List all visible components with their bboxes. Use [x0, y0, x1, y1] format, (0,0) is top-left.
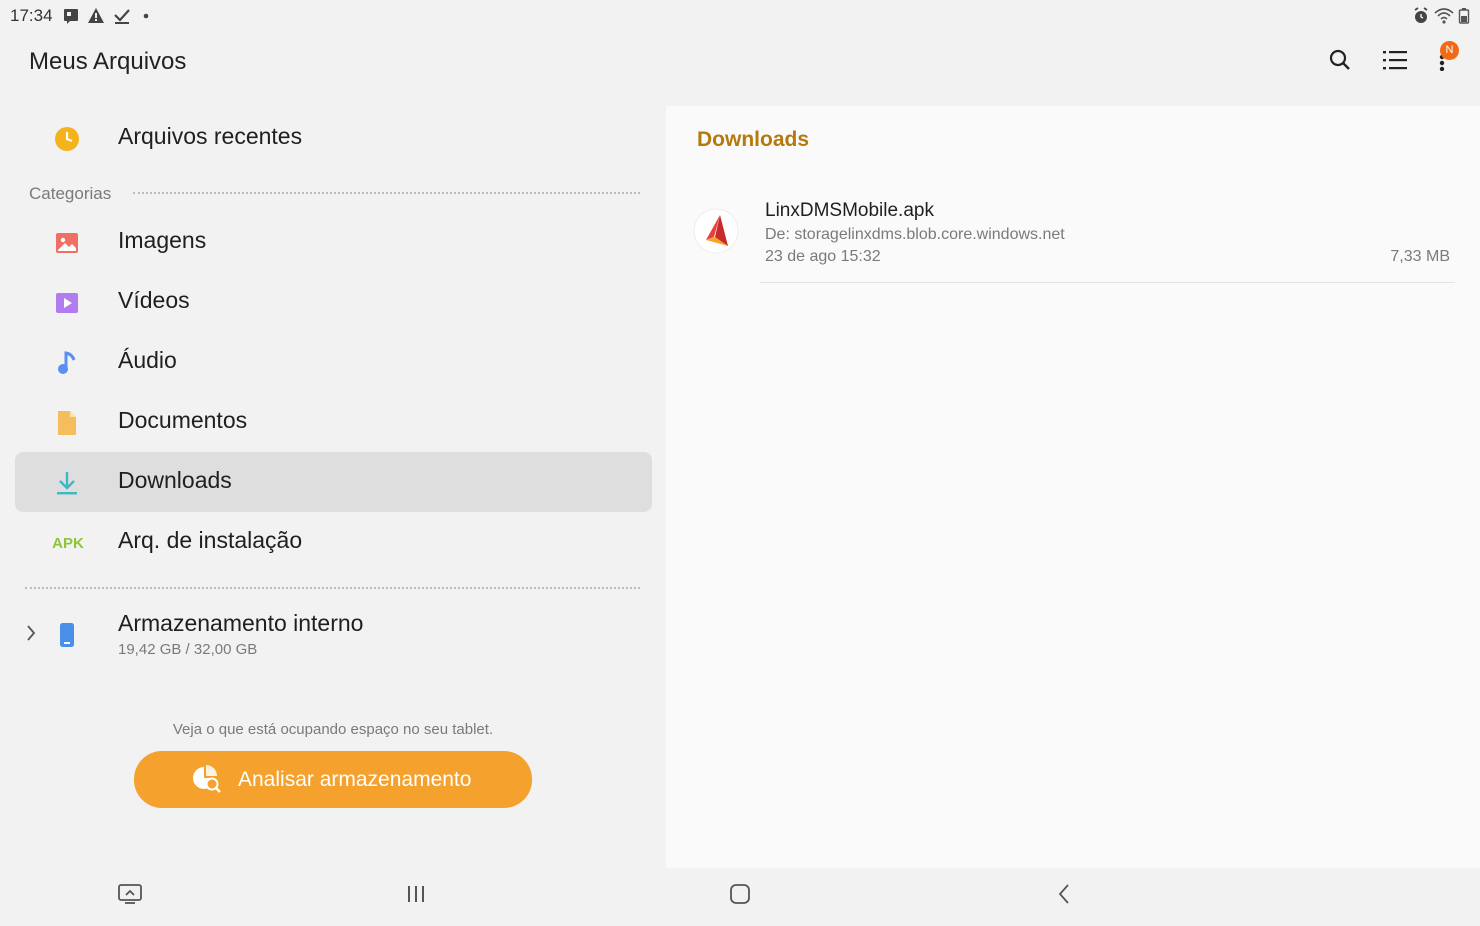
- download-done-icon: [113, 7, 131, 25]
- sidebar-item-label: Arq. de instalação: [118, 527, 303, 553]
- list-view-button[interactable]: [1373, 40, 1417, 84]
- status-time: 17:34: [10, 6, 53, 25]
- dot-icon: [140, 7, 158, 25]
- alarm-icon: [1413, 7, 1431, 25]
- sidebar-item-images[interactable]: Imagens: [15, 212, 652, 272]
- notification-icon: [62, 7, 80, 25]
- audio-icon: [54, 350, 80, 376]
- wifi-icon: [1434, 7, 1454, 25]
- analyze-hint: Veja o que está ocupando espaço no seu t…: [172, 721, 494, 738]
- recent-apps-icon: [406, 885, 426, 908]
- search-icon: [1328, 48, 1352, 77]
- sidebar-item-documents[interactable]: Documentos: [15, 392, 652, 452]
- sidebar-item-recent-files[interactable]: Arquivos recentes: [15, 108, 652, 168]
- sidebar-item-label: Áudio: [118, 347, 177, 373]
- warning-icon: [87, 7, 105, 25]
- apk-file-icon: [693, 208, 739, 259]
- storage-name: Armazenamento interno: [118, 610, 364, 636]
- sidebar-item-label: Downloads: [118, 467, 232, 493]
- file-name: LinxDMSMobile.apk: [765, 200, 934, 221]
- file-divider: [760, 282, 1455, 283]
- image-icon: [54, 230, 80, 256]
- phone-storage-icon: [59, 622, 75, 653]
- screenshot-icon: [118, 883, 142, 910]
- sidebar-item-label: Arquivos recentes: [118, 123, 303, 149]
- back-icon: [1057, 883, 1071, 910]
- file-size: 7,33 MB: [1390, 248, 1450, 265]
- storage-analyze-icon: [192, 765, 222, 798]
- storage-usage: 19,42 GB / 32,00 GB: [118, 641, 258, 658]
- sidebar-item-label: Documentos: [118, 407, 248, 433]
- sidebar-item-label: Imagens: [118, 227, 207, 253]
- home-button[interactable]: [720, 876, 760, 916]
- list-view-icon: [1383, 49, 1407, 76]
- storage-divider: [25, 587, 640, 589]
- analyze-button-label: Analisar armazenamento: [238, 768, 472, 791]
- categories-label: Categorias: [29, 184, 112, 203]
- sidebar-item-installation-files[interactable]: APK Arq. de instalação: [15, 512, 652, 572]
- notification-badge: N: [1440, 41, 1459, 60]
- document-icon: [54, 410, 80, 436]
- back-button[interactable]: [1044, 876, 1084, 916]
- apk-icon: APK: [51, 530, 85, 556]
- sidebar-item-videos[interactable]: Vídeos: [15, 272, 652, 332]
- search-button[interactable]: [1318, 40, 1362, 84]
- app-title: Meus Arquivos: [29, 48, 187, 75]
- sidebar-item-label: Vídeos: [118, 287, 190, 313]
- chevron-right-icon[interactable]: [26, 624, 36, 647]
- recent-apps-button[interactable]: [396, 876, 436, 916]
- download-icon: [54, 470, 80, 496]
- status-bar: 17:34: [0, 0, 1480, 32]
- sidebar-item-downloads[interactable]: Downloads: [15, 452, 652, 512]
- sidebar-item-audio[interactable]: Áudio: [15, 332, 652, 392]
- apk-icon-text: APK: [52, 534, 84, 552]
- internal-storage-item[interactable]: Armazenamento interno: [15, 604, 652, 670]
- file-source: De: storagelinxdms.blob.core.windows.net: [765, 226, 1065, 243]
- recent-icon: [54, 126, 80, 152]
- categories-divider: [133, 192, 640, 194]
- video-icon: [54, 290, 80, 316]
- folder-title: Downloads: [697, 128, 810, 151]
- file-date: 23 de ago 15:32: [765, 248, 881, 265]
- analyze-storage-button[interactable]: Analisar armazenamento: [134, 751, 532, 808]
- screenshot-button[interactable]: [110, 876, 150, 916]
- home-icon: [729, 883, 751, 910]
- battery-icon: [1458, 7, 1476, 25]
